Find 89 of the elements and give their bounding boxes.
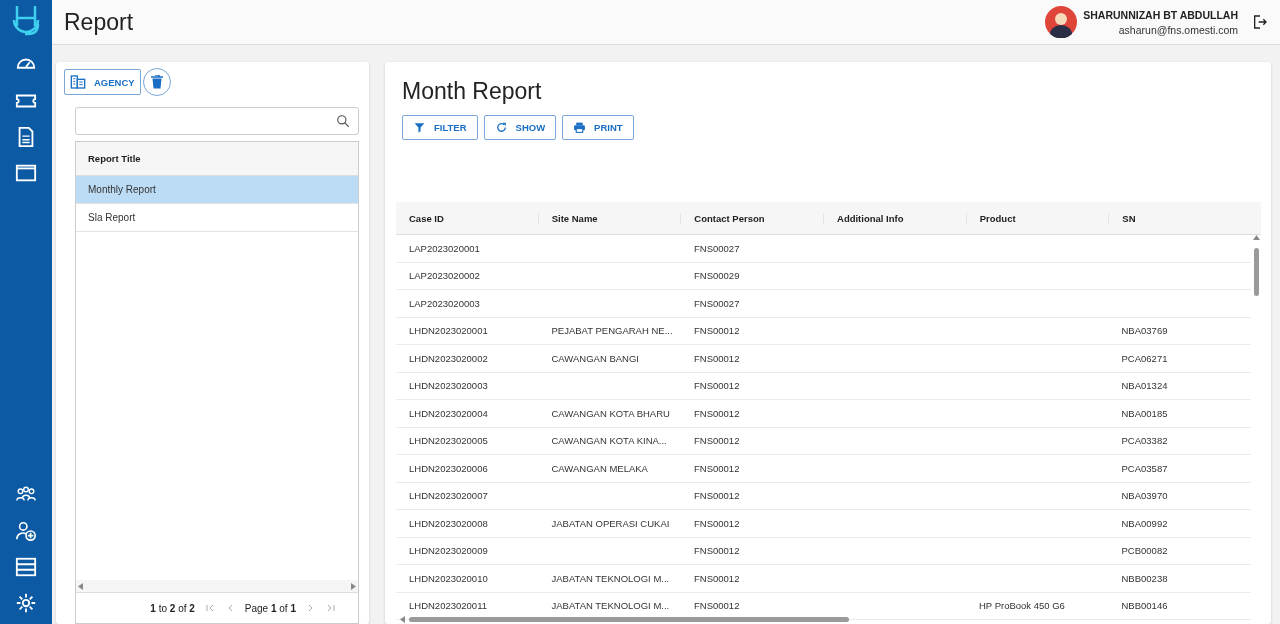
table-cell: NBA00185: [1121, 407, 1168, 419]
column-header[interactable]: Case ID: [409, 212, 444, 224]
logo-icon: [11, 4, 41, 38]
table-cell: LAP2023020001: [409, 242, 480, 254]
table-cell: FNS00012: [694, 407, 740, 419]
table-cell: LHDN2023020008: [409, 517, 488, 529]
report-row[interactable]: Sla Report: [76, 204, 358, 232]
table-cell: FNS00012: [694, 462, 740, 474]
table-cell: JABATAN TEKNOLOGI M...: [551, 600, 670, 612]
table-cell: FNS00027: [694, 297, 740, 309]
printer-icon: [573, 121, 587, 134]
table-cell: FNS00029: [694, 270, 740, 282]
table-cell: CAWANGAN KOTA KINA...: [551, 435, 667, 447]
table-cell: JABATAN OPERASI CUKAI: [551, 517, 670, 529]
scroll-left-icon[interactable]: [400, 615, 405, 623]
report-title: Month Report: [402, 78, 543, 105]
page-indicator: Page 1 of 1: [244, 602, 296, 614]
scrollbar-thumb[interactable]: [409, 616, 849, 622]
table-cell: PCA06271: [1121, 352, 1168, 364]
table-cell: JABATAN TEKNOLOGI M...: [551, 572, 670, 584]
table-cell: FNS00012: [694, 572, 740, 584]
table-cell: LHDN2023020007: [409, 490, 488, 502]
table-cell: LHDN2023020010: [409, 572, 488, 584]
table-cell: LHDN2023020005: [409, 435, 488, 447]
table-cell: LAP2023020003: [409, 297, 480, 309]
filter-button[interactable]: FILTER: [402, 115, 478, 140]
search-field[interactable]: [75, 107, 359, 135]
filter-icon: [413, 121, 426, 134]
table-cell: PCA03587: [1121, 462, 1168, 474]
table-cell: LHDN2023020002: [409, 352, 488, 364]
table-cell: CAWANGAN KOTA BHARU: [551, 407, 670, 419]
table-cell: CAWANGAN BANGI: [551, 352, 639, 364]
delete-button[interactable]: [142, 68, 171, 96]
report-row[interactable]: Monthly Report: [76, 176, 358, 204]
table-cell: FNS00012: [694, 352, 740, 364]
scrollbar-thumb[interactable]: [1253, 248, 1259, 296]
print-button[interactable]: PRINT: [562, 115, 634, 140]
table-cell: LHDN2023020001: [409, 325, 488, 337]
table-cell: LHDN2023020006: [409, 462, 488, 474]
table-cell: LHDN2023020009: [409, 545, 488, 557]
column-header[interactable]: Site Name: [551, 212, 598, 224]
table-cell: NBB00146: [1121, 600, 1168, 612]
column-header[interactable]: Report Title: [76, 142, 358, 176]
trash-icon: [150, 75, 163, 89]
last-page-icon[interactable]: [326, 603, 336, 613]
table-cell: FNS00012: [694, 380, 740, 392]
building-icon: [70, 74, 86, 90]
scroll-right-icon[interactable]: [351, 582, 356, 590]
table-cell: HP ProBook 450 G6: [979, 600, 1065, 612]
add-user-icon[interactable]: [15, 520, 37, 542]
table-cell: PCA03382: [1121, 435, 1168, 447]
table-cell: NBA03970: [1121, 490, 1168, 502]
logout-icon[interactable]: [1252, 14, 1268, 30]
column-header[interactable]: Contact Person: [694, 212, 765, 224]
table-cell: PEJABAT PENGARAH NE...: [551, 325, 673, 337]
table-cell: PCB00082: [1121, 545, 1168, 557]
agency-button[interactable]: AGENCY: [64, 69, 141, 95]
user-email: asharun@fns.omesti.com: [1118, 23, 1238, 36]
user-name: SHARUNNIZAH BT ABDULLAH: [1083, 8, 1238, 21]
table-cell: LHDN2023020011: [409, 600, 487, 612]
table-cell: FNS00012: [694, 517, 740, 529]
refresh-button[interactable]: SHOW: [483, 115, 557, 140]
window-icon[interactable]: [15, 162, 37, 184]
column-header[interactable]: Additional Info: [837, 212, 904, 224]
row-count: 1 to 2 of 2: [150, 602, 195, 614]
table-cell: LHDN2023020004: [409, 407, 488, 419]
page-title: Report: [64, 8, 135, 36]
search-icon: [336, 114, 350, 128]
table-cell: CAWANGAN MELAKA: [551, 462, 648, 474]
table-cell: LAP2023020002: [409, 270, 480, 282]
table-cell: FNS00012: [694, 325, 740, 337]
settings-icon[interactable]: [15, 592, 37, 614]
table-cell: LHDN2023020003: [409, 380, 488, 392]
table-cell: FNS00027: [694, 242, 740, 254]
table-cell: FNS00012: [694, 600, 740, 612]
scroll-left-icon[interactable]: [78, 582, 83, 590]
column-header[interactable]: Product: [979, 212, 1016, 224]
table-cell: FNS00012: [694, 490, 740, 502]
table-cell: FNS00012: [694, 545, 740, 557]
table-cell: FNS00012: [694, 435, 740, 447]
column-header[interactable]: SN: [1122, 212, 1136, 224]
first-page-icon[interactable]: [204, 603, 215, 613]
table-cell: NBA03769: [1121, 325, 1168, 337]
refresh-icon: [494, 121, 508, 134]
server-icon[interactable]: [15, 556, 37, 578]
table-cell: NBA01324: [1121, 380, 1168, 392]
avatar-icon: [1045, 6, 1078, 38]
table-cell: NBA00992: [1121, 517, 1168, 529]
table-cell: NBB00238: [1121, 572, 1168, 584]
